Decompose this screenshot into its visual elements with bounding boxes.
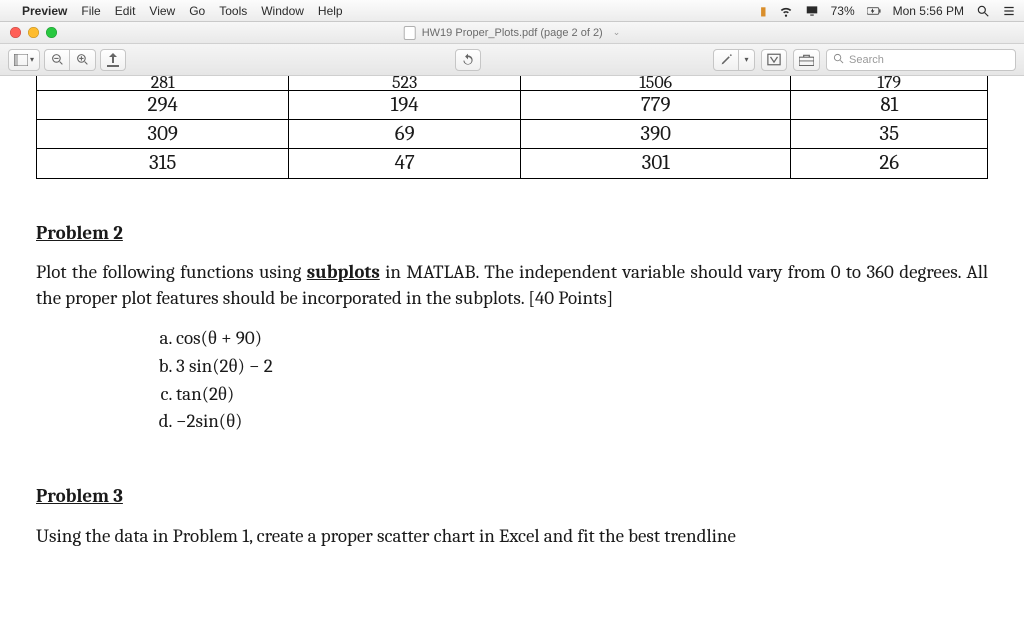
pdf-icon — [404, 26, 416, 40]
search-icon — [833, 53, 844, 67]
table-cell: 26 — [791, 149, 988, 178]
close-button[interactable] — [10, 27, 21, 38]
window-titlebar: HW19 Proper_Plots.pdf (page 2 of 2) ⌄ — [0, 22, 1024, 44]
sidebar-icon — [14, 54, 28, 66]
table-cell: 81 — [791, 90, 988, 119]
battery-icon[interactable] — [867, 4, 881, 18]
zoom-in-icon — [76, 53, 89, 66]
zoom-controls — [44, 49, 96, 71]
title-chevron-icon[interactable]: ⌄ — [613, 27, 621, 38]
display-icon[interactable] — [805, 4, 819, 18]
table-row: 315 47 301 26 — [37, 149, 988, 178]
mac-menubar: Preview File Edit View Go Tools Window H… — [0, 0, 1024, 22]
notification-center-icon[interactable] — [1002, 4, 1016, 18]
toolbox-icon — [799, 54, 814, 66]
table-cell: 309 — [37, 119, 289, 148]
document-body: 281 523 1506 179 294 194 779 81 309 69 3… — [0, 72, 1024, 569]
function-d: −2sin(θ) — [176, 408, 988, 436]
table-cell: 301 — [520, 149, 790, 178]
document-title[interactable]: HW19 Proper_Plots.pdf (page 2 of 2) ⌄ — [404, 26, 621, 40]
table-row: 309 69 390 35 — [37, 119, 988, 148]
table-cell: 47 — [289, 149, 521, 178]
data-table: 281 523 1506 179 294 194 779 81 309 69 3… — [36, 72, 988, 179]
share-button[interactable] — [100, 49, 126, 71]
toolbox-button[interactable] — [793, 49, 820, 71]
table-cell: 35 — [791, 119, 988, 148]
menu-file[interactable]: File — [81, 4, 100, 18]
problem-2-body: Plot the following functions using subpl… — [36, 260, 988, 311]
function-b: 3 sin(2θ) − 2 — [176, 353, 988, 381]
menubar-status: ▮ 73% Mon 5:56 PM — [760, 4, 1016, 18]
zoom-out-button[interactable] — [44, 49, 70, 71]
zoom-out-icon — [51, 53, 64, 66]
battery-text: 73% — [831, 4, 855, 18]
minimize-button[interactable] — [28, 27, 39, 38]
table-row: 294 194 779 81 — [37, 90, 988, 119]
menu-view[interactable]: View — [149, 4, 175, 18]
table-cell: 294 — [37, 90, 289, 119]
search-placeholder: Search — [849, 54, 884, 66]
menu-go[interactable]: Go — [189, 4, 205, 18]
menu-tools[interactable]: Tools — [219, 4, 247, 18]
share-icon — [107, 53, 119, 67]
markup-pen-button[interactable] — [713, 49, 739, 71]
search-field[interactable]: Search — [826, 49, 1016, 71]
zoom-button[interactable] — [46, 27, 57, 38]
wifi-icon[interactable] — [779, 4, 793, 18]
table-cell: 194 — [289, 90, 521, 119]
window-controls — [0, 27, 57, 38]
shield-icon[interactable]: ▮ — [760, 4, 767, 18]
document-title-text: HW19 Proper_Plots.pdf (page 2 of 2) — [422, 27, 603, 39]
highlight-button[interactable] — [761, 49, 787, 71]
problem-3-body: Using the data in Problem 1, create a pr… — [36, 524, 988, 550]
clock[interactable]: Mon 5:56 PM — [893, 4, 964, 18]
zoom-in-button[interactable] — [70, 49, 96, 71]
markup-menu-button[interactable]: ▾ — [739, 49, 755, 71]
app-name[interactable]: Preview — [22, 4, 67, 18]
pen-icon — [720, 53, 733, 66]
rotate-icon — [461, 53, 475, 67]
function-list: cos(θ + 90) 3 sin(2θ) − 2 tan(2θ) −2sin(… — [176, 325, 988, 436]
table-cell: 779 — [520, 90, 790, 119]
table-cell: 69 — [289, 119, 521, 148]
function-c: tan(2θ) — [176, 381, 988, 409]
problem-2-heading: Problem 2 — [36, 221, 988, 247]
highlight-icon — [767, 53, 781, 66]
menu-help[interactable]: Help — [318, 4, 343, 18]
toolbar: ▾ ▾ — [0, 44, 1024, 76]
menu-edit[interactable]: Edit — [115, 4, 136, 18]
function-a: cos(θ + 90) — [176, 325, 988, 353]
table-cell: 315 — [37, 149, 289, 178]
problem-3-heading: Problem 3 — [36, 484, 988, 510]
rotate-button[interactable] — [455, 49, 481, 71]
table-cell: 390 — [520, 119, 790, 148]
sidebar-toggle[interactable]: ▾ — [8, 49, 40, 71]
spotlight-icon[interactable] — [976, 4, 990, 18]
menu-window[interactable]: Window — [261, 4, 304, 18]
markup-controls: ▾ — [713, 49, 755, 71]
